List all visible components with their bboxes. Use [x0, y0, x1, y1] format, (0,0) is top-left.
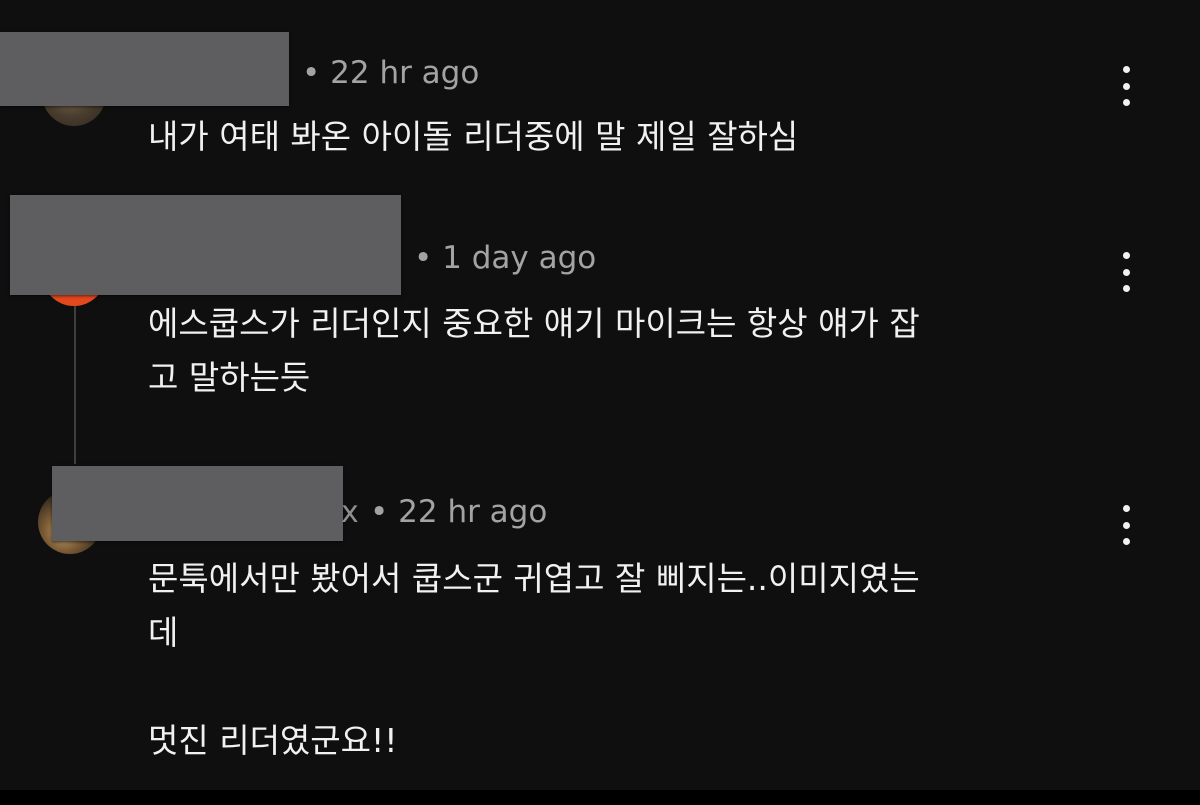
- more-options-button[interactable]: [1114, 66, 1138, 106]
- username-partial: x: [341, 495, 359, 530]
- comment-3: x • 22 hr ago 문툭에서만 봤어서 쿱스군 귀엽고 잘 삐지는..이…: [0, 460, 1200, 790]
- comment-text: 문툭에서만 봤어서 쿱스군 귀엽고 잘 삐지는..이미지였는 데 멋진 리더였군…: [148, 559, 920, 760]
- comment-2: • 1 day ago 에스쿱스가 리더인지 중요한 얘기 마이크는 항상 얘가…: [0, 180, 1200, 460]
- more-vertical-icon: [1122, 66, 1130, 73]
- comment-1: • 22 hr ago 내가 여태 봐온 아이돌 리더중에 말 제일 잘하심: [0, 0, 1200, 180]
- username-redaction: [0, 32, 289, 106]
- more-options-button[interactable]: [1114, 252, 1138, 292]
- username-redaction: [10, 195, 401, 295]
- comment-text: 내가 여태 봐온 아이돌 리더중에 말 제일 잘하심: [148, 117, 799, 156]
- comment-timestamp: • 22 hr ago: [302, 55, 480, 91]
- username-redaction: [52, 466, 343, 541]
- comment-text: 에스쿱스가 리더인지 중요한 얘기 마이크는 항상 얘가 잡 고 말하는듯: [148, 304, 920, 397]
- more-vertical-icon: [1122, 252, 1130, 259]
- bottom-edge: [0, 790, 1200, 805]
- more-vertical-icon: [1122, 505, 1130, 512]
- more-options-button[interactable]: [1114, 505, 1138, 545]
- reply-thread-line: [74, 306, 76, 464]
- comment-timestamp: • 1 day ago: [414, 240, 597, 276]
- comment-timestamp: • 22 hr ago: [370, 494, 548, 530]
